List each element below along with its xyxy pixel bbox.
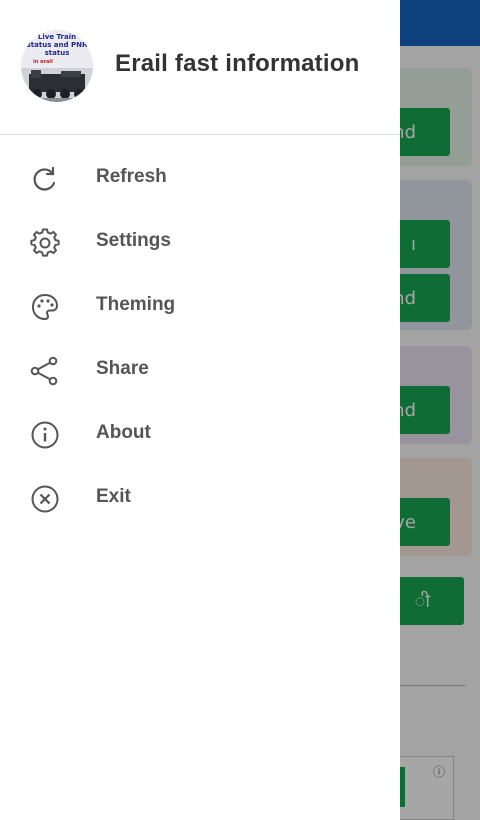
menu-item-settings[interactable]: Settings [0, 211, 400, 275]
app-logo: Live Train status and PNR status in erai… [21, 30, 93, 102]
menu-label-about: About [96, 422, 151, 443]
logo-text-3: status [45, 49, 70, 57]
refresh-icon [30, 164, 60, 194]
close-circle-icon [30, 484, 60, 514]
info-icon [30, 420, 60, 450]
logo-text-2: status and PNR [27, 41, 88, 49]
menu-label-refresh: Refresh [96, 166, 167, 187]
menu-label-theming: Theming [96, 294, 176, 315]
navigation-drawer: Live Train status and PNR status in erai… [0, 0, 400, 820]
logo-text-1: Live Train [38, 33, 76, 41]
menu-item-share[interactable]: Share [0, 339, 400, 403]
app-name: Erail fast information [115, 50, 360, 77]
logo-text-4: in erail [33, 59, 53, 65]
menu-item-exit[interactable]: Exit [0, 467, 400, 531]
menu-label-share: Share [96, 358, 149, 379]
menu-label-settings: Settings [96, 230, 171, 251]
drawer-header: Live Train status and PNR status in erai… [0, 0, 400, 135]
menu-item-about[interactable]: About [0, 403, 400, 467]
palette-icon [30, 292, 60, 322]
share-icon [30, 356, 60, 386]
menu-item-refresh[interactable]: Refresh [0, 147, 400, 211]
menu-label-exit: Exit [96, 486, 131, 507]
menu-item-theming[interactable]: Theming [0, 275, 400, 339]
gear-icon [30, 228, 60, 258]
